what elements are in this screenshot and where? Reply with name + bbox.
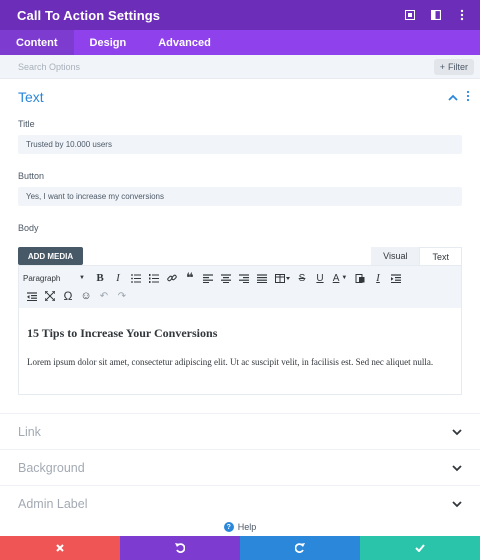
- indent-icon[interactable]: [387, 270, 405, 286]
- filter-label: Filter: [448, 61, 468, 72]
- align-justify-icon[interactable]: [253, 270, 271, 286]
- action-bar: [0, 536, 480, 560]
- background-section-title: Background: [18, 460, 85, 475]
- redo-icon: [295, 543, 305, 553]
- expand-icon[interactable]: [402, 7, 418, 23]
- undo-editor-icon[interactable]: ↶: [95, 288, 113, 304]
- align-right-icon[interactable]: [235, 270, 253, 286]
- close-icon: [56, 544, 64, 552]
- editor-toolbar: Paragraph ▼ B I ❝ S U A ▼ I Ω ☺ ↶ ↷: [19, 266, 461, 308]
- help-link[interactable]: ? Help: [0, 519, 480, 535]
- blockquote-icon[interactable]: ❝: [181, 270, 199, 286]
- filter-button[interactable]: + Filter: [433, 58, 474, 75]
- bullet-list-icon[interactable]: [127, 270, 145, 286]
- redo-button[interactable]: [240, 536, 360, 560]
- rich-text-editor: Paragraph ▼ B I ❝ S U A ▼ I Ω ☺ ↶ ↷ 15 T…: [18, 265, 462, 395]
- help-label: Help: [237, 522, 257, 532]
- add-media-button[interactable]: ADD MEDIA: [18, 247, 83, 265]
- title-input[interactable]: Trusted by 10.000 users: [18, 135, 462, 154]
- body-editor-top: ADD MEDIA Visual Text: [0, 239, 480, 265]
- editor-content-area[interactable]: 15 Tips to Increase Your Conversions Lor…: [19, 308, 461, 394]
- link-section-toggle[interactable]: Link: [0, 413, 480, 449]
- section-more-icon[interactable]: [466, 90, 470, 105]
- text-section-title: Text: [18, 89, 44, 105]
- content-paragraph: Lorem ipsum dolor sit amet, consectetur …: [27, 357, 434, 367]
- chevron-up-icon[interactable]: [448, 90, 458, 104]
- caret-down-icon: ▼: [79, 275, 85, 281]
- modal-title: Call To Action Settings: [17, 7, 161, 23]
- admin-label-section-toggle[interactable]: Admin Label: [0, 485, 480, 521]
- table-icon[interactable]: [271, 270, 293, 286]
- special-character-icon[interactable]: Ω: [59, 288, 77, 304]
- help-icon: ?: [223, 522, 234, 532]
- numbered-list-icon[interactable]: [145, 270, 163, 286]
- link-icon[interactable]: [163, 270, 181, 286]
- content-heading: 15 Tips to Increase Your Conversions: [27, 326, 218, 340]
- save-button[interactable]: [360, 536, 480, 560]
- section-controls: [448, 90, 470, 105]
- format-select[interactable]: Paragraph ▼: [23, 274, 91, 283]
- checkmark-icon: [415, 544, 425, 552]
- header-controls: [402, 7, 470, 23]
- fullscreen-icon[interactable]: [41, 288, 59, 304]
- modal-header: Call To Action Settings: [0, 0, 480, 30]
- emoji-icon[interactable]: ☺: [77, 288, 95, 304]
- format-select-value: Paragraph: [23, 273, 61, 283]
- align-center-icon[interactable]: [217, 270, 235, 286]
- chevron-down-icon: [452, 425, 462, 439]
- tab-visual[interactable]: Visual: [371, 247, 420, 265]
- discard-button[interactable]: [0, 536, 120, 560]
- button-input[interactable]: Yes, I want to increase my conversions: [18, 187, 462, 206]
- search-input[interactable]: [18, 61, 318, 72]
- title-field-label: Title: [18, 119, 35, 129]
- align-left-icon[interactable]: [199, 270, 217, 286]
- body-field-label: Body: [18, 223, 39, 233]
- tab-design[interactable]: Design: [74, 30, 143, 55]
- text-color-icon[interactable]: A ▼: [329, 270, 351, 286]
- background-section-toggle[interactable]: Background: [0, 449, 480, 485]
- italic-icon[interactable]: I: [109, 270, 127, 286]
- tab-text[interactable]: Text: [419, 247, 462, 265]
- underline-icon[interactable]: U: [311, 270, 329, 286]
- editor-mode-tabs: Visual Text: [371, 247, 462, 265]
- strikethrough-icon[interactable]: S: [293, 270, 311, 286]
- search-bar: + Filter: [0, 55, 480, 79]
- undo-button[interactable]: [120, 536, 240, 560]
- more-icon[interactable]: [454, 7, 470, 23]
- chevron-down-icon: [452, 461, 462, 475]
- tab-content[interactable]: Content: [0, 30, 74, 55]
- text-section-header[interactable]: Text: [0, 79, 480, 115]
- button-field-label: Button: [18, 171, 45, 181]
- plus-icon: +: [439, 61, 445, 72]
- toolbar-row-2: Ω ☺ ↶ ↷: [23, 287, 457, 305]
- admin-label-section-title: Admin Label: [18, 496, 88, 511]
- redo-editor-icon[interactable]: ↷: [113, 288, 131, 304]
- toolbar-row-1: Paragraph ▼ B I ❝ S U A ▼ I: [23, 269, 457, 287]
- link-section-title: Link: [18, 424, 41, 439]
- chevron-down-icon: [452, 497, 462, 511]
- bold-icon[interactable]: B: [91, 270, 109, 286]
- outdent-icon[interactable]: [23, 288, 41, 304]
- tab-advanced[interactable]: Advanced: [142, 30, 227, 55]
- undo-icon: [175, 543, 185, 553]
- paste-text-icon[interactable]: [351, 270, 369, 286]
- clear-formatting-icon[interactable]: I: [369, 270, 387, 286]
- split-view-icon[interactable]: [428, 7, 444, 23]
- settings-tabs: Content Design Advanced: [0, 30, 480, 55]
